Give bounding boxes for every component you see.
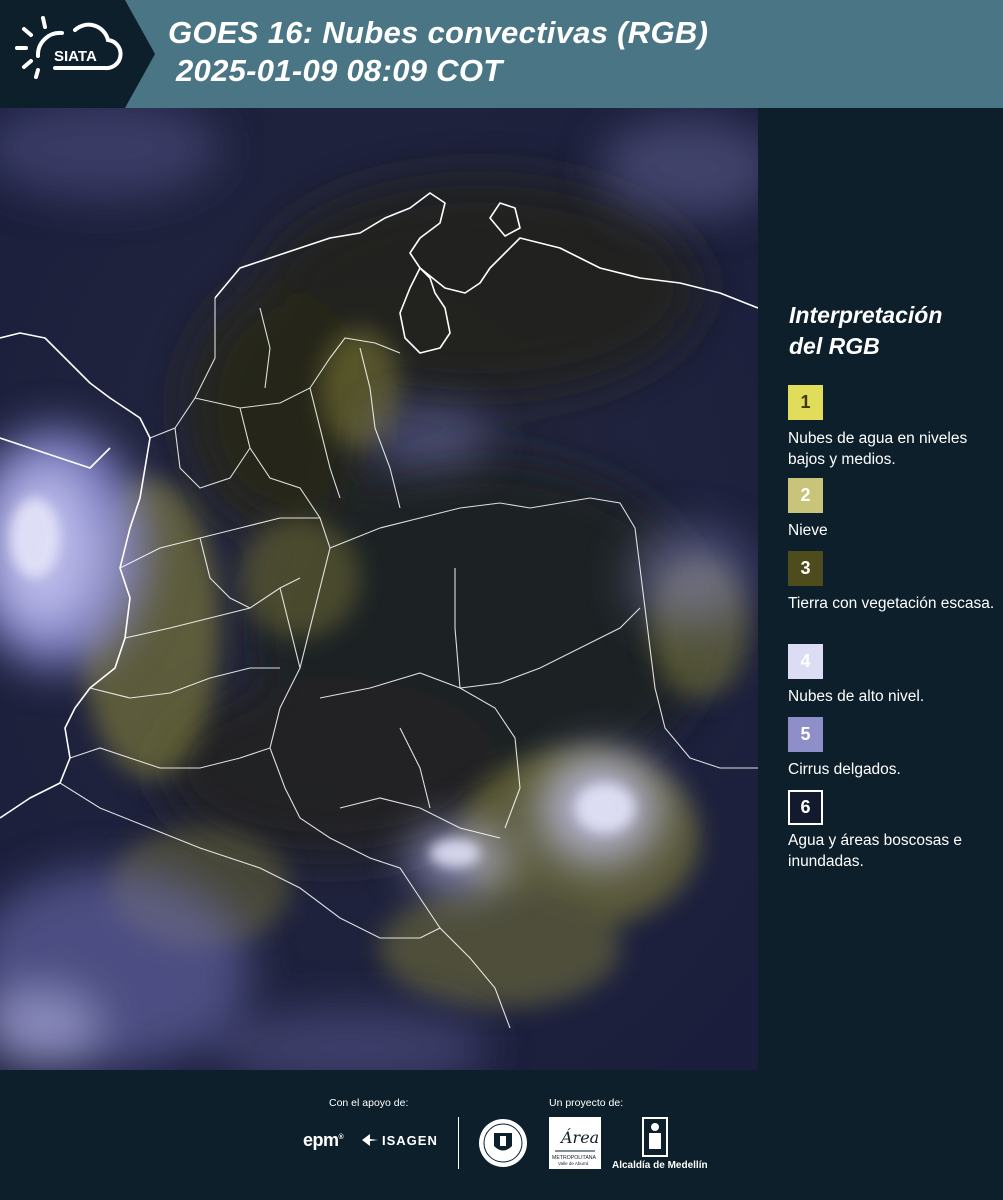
legend-label-3: Tierra con vegetación escasa.	[788, 595, 995, 612]
siata-logo: SIATA	[0, 0, 155, 108]
area-metropolitana-logo: Área METROPOLITANA Valle de Aburrá	[549, 1117, 601, 1169]
support-label: Con el apoyo de:	[329, 1097, 409, 1109]
legend-label-1: Nubes de agua en niveles bajos y medios.	[788, 430, 968, 468]
legend-swatch-4: 4	[788, 644, 823, 679]
legend-label-5: Cirrus delgados.	[788, 761, 901, 778]
title-line-2: 2025-01-09 08:09 COT	[176, 53, 503, 88]
legend-swatch-3: 3	[788, 551, 823, 586]
legend-swatch-1: 1	[788, 385, 823, 420]
svg-text:Valle de Aburrá: Valle de Aburrá	[558, 1161, 589, 1166]
page-title: GOES 16: Nubes convectivas (RGB) 2025-01…	[168, 14, 708, 90]
header: SIATA GOES 16: Nubes convectivas (RGB) 2…	[0, 0, 1003, 108]
svg-text:SIATA: SIATA	[54, 48, 97, 65]
legend-label-2: Nieve	[788, 522, 828, 539]
svg-text:Área: Área	[559, 1127, 599, 1147]
legend-label-4: Nubes de alto nivel.	[788, 688, 925, 705]
satellite-image	[0, 108, 758, 1070]
legend-swatch-6: 6	[788, 790, 823, 825]
title-line-1: GOES 16: Nubes convectivas (RGB)	[168, 15, 709, 50]
alcaldia-text: Alcaldía de Medellín	[612, 1160, 708, 1171]
legend-swatch-2: 2	[788, 478, 823, 513]
alcaldia-building-icon	[642, 1117, 668, 1157]
legend-title: Interpretación del RGB	[789, 302, 943, 359]
legend-panel: Interpretación del RGB 1 Nubes de agua e…	[760, 108, 1003, 1070]
medellin-seal-icon	[479, 1119, 527, 1167]
isagen-logo: ISAGEN	[362, 1132, 438, 1148]
footer-divider	[458, 1117, 459, 1169]
satellite-map	[0, 108, 758, 1070]
legend-swatch-5: 5	[788, 717, 823, 752]
footer: Con el apoyo de: Un proyecto de: epm® IS…	[0, 1070, 1003, 1200]
epm-logo: epm®	[303, 1130, 344, 1150]
legend-label-6: Agua y áreas boscosas e inundadas.	[788, 832, 963, 870]
area-metropolitana-icon: Área METROPOLITANA Valle de Aburrá	[549, 1117, 601, 1169]
project-label: Un proyecto de:	[549, 1097, 624, 1109]
isagen-icon	[362, 1134, 378, 1146]
